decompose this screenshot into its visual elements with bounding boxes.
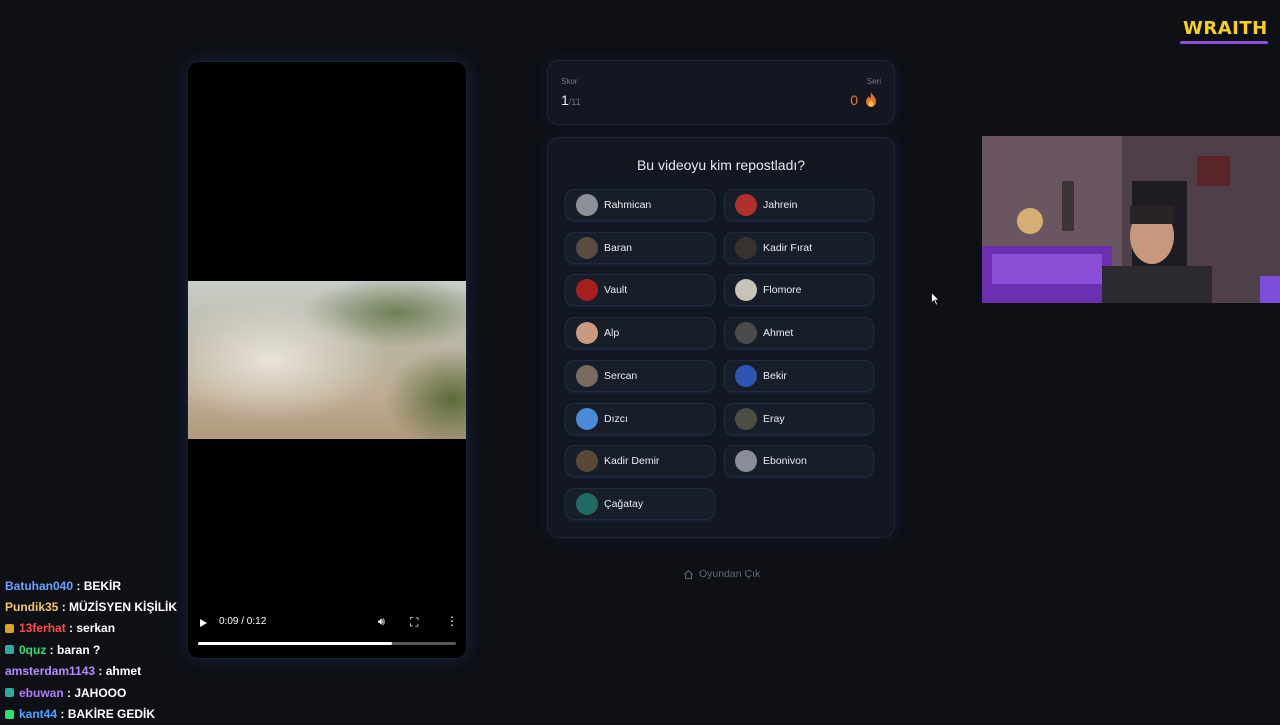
fire-icon (866, 92, 876, 107)
question-text: Bu videoyu kim repostladı? (636, 157, 806, 173)
answer-option-label: Sercan (604, 369, 638, 382)
chat-text: : BAKİRE GEDİK (57, 707, 156, 722)
more-options-icon[interactable]: ⋮ (446, 614, 458, 628)
answer-option[interactable]: Kadir Demir (565, 445, 715, 478)
chat-badge-icon (5, 623, 14, 633)
answer-option-label: Jahrein (763, 199, 798, 211)
answer-option-label: Eray (763, 412, 785, 425)
chat-text: : serkan (65, 621, 116, 636)
answer-option-label: Kadir Demir (604, 455, 660, 468)
chat-text: : JAHOOO (63, 685, 127, 700)
webcam-scene (982, 136, 1280, 303)
avatar (576, 322, 598, 345)
chat-username: 13ferhat (19, 621, 66, 636)
answer-option[interactable]: Flomore (724, 274, 874, 307)
chat-message: 0quz : baran ? (5, 639, 205, 660)
chat-username: ebuwan (19, 685, 64, 700)
chat-username: 0quz (19, 642, 47, 657)
chat-message: amsterdam1143 : ahmet (5, 661, 205, 682)
question-card: Bu videoyu kim repostladı? Rahmican Jahre… (547, 137, 895, 538)
avatar (735, 279, 757, 302)
answer-option[interactable]: Jahrein (724, 189, 874, 221)
avatar (576, 279, 598, 302)
chat-message: ebuwan : JAHOOO (5, 682, 205, 703)
video-progress-fill (198, 642, 392, 645)
video-controls: 0:09 / 0:12 🔊︎ ⛶ ⋮ (188, 598, 466, 658)
avatar (576, 492, 598, 515)
chat-badge-icon (5, 709, 14, 719)
score-current: 1 (561, 92, 569, 108)
answer-option-label: Alp (604, 327, 620, 340)
chat-username: amsterdam1143 (5, 664, 96, 679)
answer-option[interactable]: Eray (724, 402, 874, 435)
avatar (735, 236, 757, 259)
video-frame[interactable] (188, 281, 466, 439)
answer-option-label: Ahmet (763, 327, 794, 340)
answer-option[interactable]: Ahmet (724, 317, 874, 350)
answer-option[interactable]: Rahmican (565, 189, 715, 221)
avatar (735, 407, 757, 430)
answer-option-label: Baran (604, 241, 633, 254)
avatar (735, 194, 757, 216)
webcam-overlay (982, 136, 1280, 303)
chat-username: Pundik35 (5, 600, 59, 615)
score-total: /11 (568, 97, 581, 107)
score-card: Skor 1/11 Seri 0 (547, 60, 895, 125)
chat-message: kant44 : BAKİRE GEDİK (5, 703, 205, 724)
logo-underline (1180, 41, 1268, 44)
chat-badge-icon (5, 688, 14, 698)
answer-option[interactable]: Baran (565, 231, 715, 264)
avatar (576, 236, 598, 259)
answer-option-label: Vault (604, 284, 628, 297)
answer-option[interactable]: Vault (565, 274, 715, 307)
answer-option-label: Bekir (763, 369, 787, 382)
chat-text: : MÜZİSYEN KİŞİLİK (58, 600, 178, 615)
answer-option[interactable]: Bekir (724, 359, 874, 392)
chat-text: : baran ? (46, 642, 101, 657)
answer-option[interactable]: Sercan (565, 359, 715, 392)
avatar (576, 450, 598, 473)
chat-message: Batuhan040 : BEKİR (5, 575, 205, 596)
exit-game-label: Oyundan Çık (699, 568, 761, 580)
avatar (576, 407, 598, 430)
answer-option-label: Çağatay (604, 497, 644, 510)
volume-icon[interactable]: 🔊︎ (378, 616, 385, 629)
avatar (576, 194, 598, 216)
home-icon (683, 569, 694, 579)
chat-text: : BEKİR (73, 578, 122, 593)
chat-message: 13ferhat : serkan (5, 618, 205, 639)
answer-option-label: Kadir Fırat (763, 241, 813, 254)
exit-game-button[interactable]: Oyundan Çık (683, 568, 760, 580)
chat-username: Batuhan040 (5, 578, 74, 593)
video-time: 0:09 / 0:12 (219, 616, 267, 627)
answer-option-label: Dızcı (604, 412, 628, 425)
chat-text: : ahmet (95, 664, 142, 679)
score-value: 1/11 (561, 92, 581, 108)
chat-message: Pundik35 : MÜZİSYEN KİŞİLİK (5, 596, 205, 617)
answer-option[interactable]: Dızcı (565, 402, 715, 435)
answer-option-label: Ebonivon (763, 455, 807, 468)
answer-option-label: Flomore (763, 284, 802, 297)
avatar (735, 322, 757, 345)
chat-overlay: Batuhan040 : BEKİR Pundik35 : MÜZİSYEN Kİ… (5, 575, 205, 725)
answer-option[interactable]: Kadir Fırat (724, 231, 874, 264)
chat-username: kant44 (19, 707, 58, 722)
chat-badge-icon (5, 645, 14, 655)
answer-option[interactable]: Alp (565, 317, 715, 350)
avatar (735, 450, 757, 473)
video-player[interactable]: 0:09 / 0:12 🔊︎ ⛶ ⋮ (188, 62, 466, 658)
streak-label: Seri (866, 77, 881, 86)
avatar (576, 364, 598, 387)
score-label: Skor (561, 77, 578, 86)
streak-value: 0 (850, 92, 858, 108)
answer-option-label: Rahmican (604, 199, 652, 211)
wraith-logo: WRAITH (1183, 18, 1268, 39)
answer-option[interactable]: Ebonivon (724, 445, 874, 478)
avatar (735, 364, 757, 387)
answer-option[interactable]: Çağatay (565, 487, 715, 520)
mouse-cursor-icon (931, 292, 940, 306)
fullscreen-icon[interactable]: ⛶ (410, 615, 418, 630)
video-progress-bar[interactable] (198, 642, 456, 645)
